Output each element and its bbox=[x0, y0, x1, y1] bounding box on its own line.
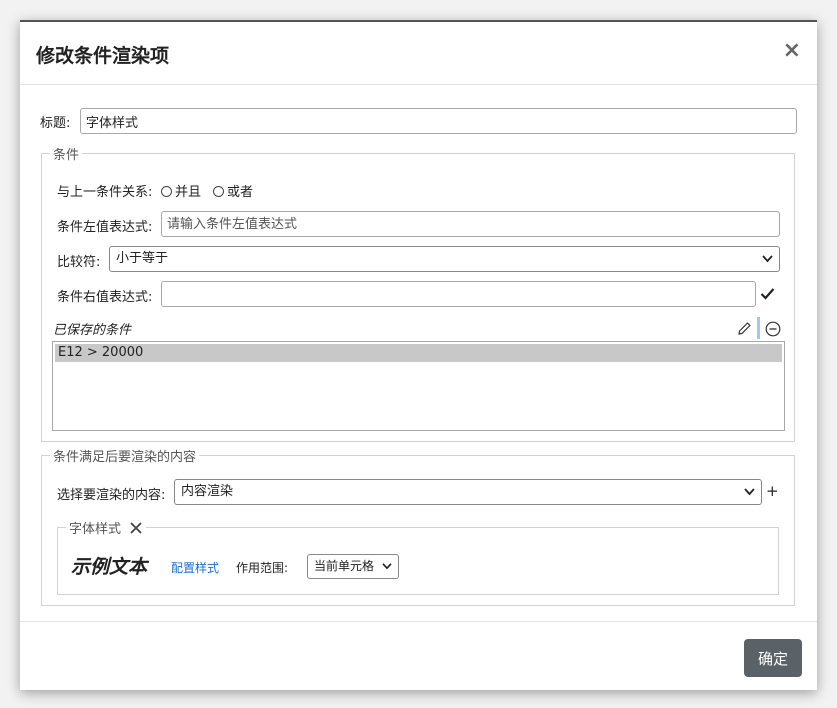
title-input[interactable] bbox=[80, 108, 797, 134]
radio-or[interactable] bbox=[213, 186, 224, 197]
condition-legend: 条件 bbox=[53, 148, 80, 163]
font-style-fieldset: 字体样式 bbox=[57, 518, 779, 595]
render-legend: 条件满足后要渲染的内容 bbox=[53, 450, 197, 465]
relation-label: 与上一条件关系: bbox=[57, 185, 153, 200]
scope-select[interactable]: 当前单元格 bbox=[307, 554, 399, 579]
title-label: 标题: bbox=[40, 116, 71, 131]
chevron-down-icon bbox=[762, 255, 773, 263]
ok-button[interactable]: 确定 bbox=[744, 639, 802, 677]
scope-label: 作用范围: bbox=[236, 561, 289, 575]
chevron-down-icon bbox=[744, 488, 755, 496]
comparator-value: 小于等于 bbox=[116, 251, 169, 266]
relation-and-label: 并且 bbox=[175, 185, 202, 200]
relation-or-option[interactable]: 或者 bbox=[213, 181, 253, 200]
pencil-icon[interactable] bbox=[737, 321, 752, 336]
modal-header: 修改条件渲染项 × bbox=[20, 22, 817, 85]
render-select[interactable]: 内容渲染 bbox=[174, 479, 762, 505]
x-icon[interactable] bbox=[129, 521, 143, 535]
close-icon[interactable]: × bbox=[783, 40, 801, 62]
font-style-legend: 字体样式 bbox=[66, 518, 146, 537]
saved-conditions-list[interactable]: E12 > 20000 bbox=[52, 341, 785, 431]
comparator-select[interactable]: 小于等于 bbox=[109, 246, 780, 272]
saved-conditions-label: 已保存的条件 bbox=[53, 323, 132, 338]
radio-and[interactable] bbox=[161, 186, 172, 197]
right-expr-label: 条件右值表达式: bbox=[57, 290, 153, 305]
accent-bar bbox=[757, 317, 760, 339]
render-select-value: 内容渲染 bbox=[181, 484, 234, 499]
relation-or-label: 或者 bbox=[227, 185, 254, 200]
sample-text: 示例文本 bbox=[71, 556, 148, 578]
list-item[interactable]: E12 > 20000 bbox=[55, 344, 782, 362]
right-expr-input[interactable] bbox=[161, 281, 756, 307]
check-icon[interactable] bbox=[760, 287, 775, 300]
modal-title: 修改条件渲染项 bbox=[36, 45, 170, 67]
minus-circle-icon[interactable] bbox=[765, 321, 781, 337]
add-render-button[interactable]: + bbox=[766, 482, 779, 500]
left-expr-input[interactable] bbox=[161, 211, 780, 237]
modal-dialog: 修改条件渲染项 × 标题: 条件 与上一条件关系: 并且 或者 条件左值表达式:… bbox=[20, 20, 817, 690]
relation-and-option[interactable]: 并且 bbox=[161, 181, 201, 200]
chevron-down-icon bbox=[382, 563, 392, 570]
scope-value: 当前单元格 bbox=[314, 559, 375, 573]
footer-divider bbox=[20, 621, 817, 622]
render-select-label: 选择要渲染的内容: bbox=[57, 488, 166, 503]
left-expr-label: 条件左值表达式: bbox=[57, 220, 153, 235]
comparator-label: 比较符: bbox=[57, 255, 101, 270]
config-style-link[interactable]: 配置样式 bbox=[171, 559, 219, 576]
font-style-legend-label: 字体样式 bbox=[69, 522, 122, 537]
